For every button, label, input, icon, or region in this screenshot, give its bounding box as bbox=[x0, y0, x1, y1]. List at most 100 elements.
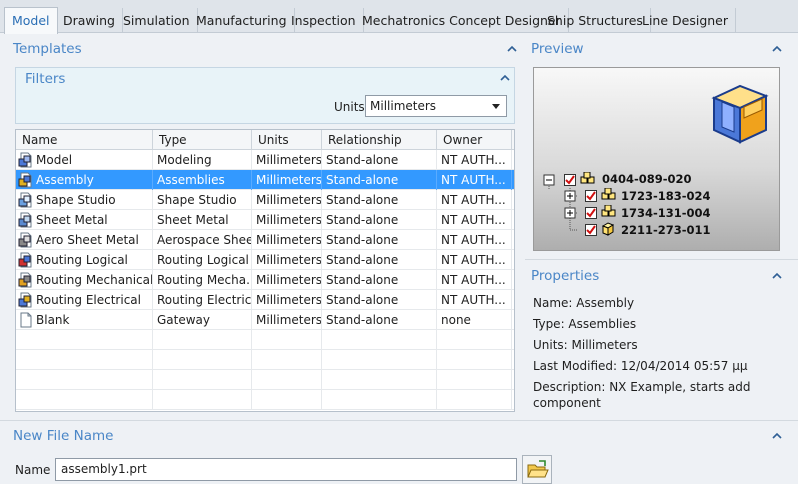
cell-units: Millimeters bbox=[252, 290, 322, 310]
cell-relationship bbox=[322, 330, 437, 350]
cell-type: Shape Studio bbox=[153, 190, 252, 210]
cell-units bbox=[252, 350, 322, 370]
property-type: Type: Assemblies bbox=[533, 317, 637, 331]
new-file-name-section-title: New File Name bbox=[13, 428, 114, 444]
cell-type: Routing Logical bbox=[153, 250, 252, 270]
cell-units bbox=[252, 390, 322, 410]
tree-node-label[interactable]: 1723-183-024 bbox=[621, 189, 711, 203]
cell-name: Shape Studio bbox=[16, 190, 153, 210]
column-header-type[interactable]: Type bbox=[153, 130, 252, 150]
file-name-label: Name bbox=[15, 463, 51, 477]
cell-name bbox=[16, 390, 153, 410]
empty-table-row bbox=[16, 390, 514, 410]
table-row[interactable]: Model Modeling Millimeters Stand-alone NT AU… bbox=[16, 150, 514, 170]
property-name: Name: Assembly bbox=[533, 296, 635, 310]
cell-owner: NT AUTH... bbox=[437, 270, 512, 290]
browse-folder-button[interactable] bbox=[522, 455, 552, 484]
cell-owner: NT AUTH... bbox=[437, 150, 512, 170]
cell-owner bbox=[437, 350, 512, 370]
sheet-metal-icon bbox=[18, 212, 32, 228]
cell-name: Assembly bbox=[16, 170, 153, 190]
tab-model[interactable]: Model bbox=[4, 7, 58, 34]
filters-title: Filters bbox=[25, 71, 66, 87]
file-name-input[interactable]: assembly1.prt bbox=[55, 458, 517, 481]
cell-units bbox=[252, 330, 322, 350]
assembly-icon bbox=[18, 172, 32, 188]
shape-studio-icon bbox=[18, 192, 32, 208]
routing-logical-icon bbox=[18, 252, 32, 268]
table-row[interactable]: Shape Studio Shape Studio Millimeters Stand… bbox=[16, 190, 514, 210]
table-row[interactable]: Sheet Metal Sheet Metal Millimeters Stand-a… bbox=[16, 210, 514, 230]
collapse-properties-chevron-icon[interactable] bbox=[772, 271, 782, 281]
cell-owner bbox=[437, 370, 512, 390]
check-icon bbox=[585, 190, 597, 202]
tab-line-designer[interactable]: Line Designer bbox=[635, 8, 737, 33]
properties-section-title: Properties bbox=[531, 268, 600, 284]
tab-inspection[interactable]: Inspection bbox=[284, 8, 364, 33]
table-row[interactable]: Aero Sheet MetalAerospace Shee...Millime… bbox=[16, 230, 514, 250]
collapse-preview-chevron-icon[interactable] bbox=[772, 44, 782, 54]
collapse-new-file-chevron-icon[interactable] bbox=[772, 431, 782, 441]
preview-properties-divider bbox=[525, 259, 798, 260]
column-header-name[interactable]: Name bbox=[16, 130, 153, 150]
table-row[interactable]: Blank Gateway Millimeters Stand-alone none bbox=[16, 310, 514, 330]
cell-relationship: Stand-alone bbox=[322, 150, 437, 170]
cell-type: Routing Electrical bbox=[153, 290, 252, 310]
tab-drawing[interactable]: Drawing bbox=[56, 8, 123, 33]
open-folder-icon bbox=[527, 460, 549, 478]
cell-owner: NT AUTH... bbox=[437, 290, 512, 310]
empty-table-row bbox=[16, 370, 514, 390]
cell-type bbox=[153, 370, 252, 390]
application-tab-bar: Model Drawing Simulation Manufacturing I… bbox=[0, 0, 798, 34]
tree-node-label[interactable]: 2211-273-011 bbox=[621, 223, 711, 237]
cell-name bbox=[16, 330, 153, 350]
cell-name: Aero Sheet Metal bbox=[16, 230, 153, 250]
cell-owner: none bbox=[437, 310, 512, 330]
cell-relationship: Stand-alone bbox=[322, 210, 437, 230]
table-row[interactable]: Routing Logical Routing Logical Millimeter… bbox=[16, 250, 514, 270]
routing-electrical-icon bbox=[18, 292, 32, 308]
cell-name: Model bbox=[16, 150, 153, 170]
cell-name: Routing Logical bbox=[16, 250, 153, 270]
table-header: Name Type Units Relationship Owner bbox=[16, 130, 514, 150]
column-header-units[interactable]: Units bbox=[252, 130, 322, 150]
cell-type bbox=[153, 330, 252, 350]
part-node-icon bbox=[601, 222, 615, 236]
preview-image: 0404-089-020 1723-183-024 1734-131-004 2… bbox=[533, 67, 780, 251]
aero-sheet-metal-icon bbox=[18, 232, 32, 248]
column-header-relationship[interactable]: Relationship bbox=[322, 130, 437, 150]
units-dropdown[interactable]: Millimeters bbox=[365, 95, 507, 117]
check-icon bbox=[564, 174, 576, 186]
units-selected-value: Millimeters bbox=[370, 99, 437, 113]
cell-name bbox=[16, 350, 153, 370]
table-row[interactable]: Assembly Assemblies Millimeters Stand-alone… bbox=[16, 170, 514, 190]
cell-type: Aerospace Shee... bbox=[153, 230, 252, 250]
cell-owner bbox=[437, 390, 512, 410]
assembly-node-icon bbox=[580, 172, 595, 184]
property-last-modified: Last Modified: 12/04/2014 05:57 μμ bbox=[533, 359, 748, 373]
cell-relationship bbox=[322, 350, 437, 370]
cell-owner: NT AUTH... bbox=[437, 190, 512, 210]
cell-relationship: Stand-alone bbox=[322, 170, 437, 190]
column-header-owner[interactable]: Owner bbox=[437, 130, 512, 150]
collapse-templates-chevron-icon[interactable] bbox=[507, 44, 517, 54]
table-row[interactable]: Routing Electrical Routing Electrical Mill… bbox=[16, 290, 514, 310]
collapse-filters-chevron-icon[interactable] bbox=[500, 73, 510, 83]
tab-mechatronics-concept-designer[interactable]: Mechatronics Concept Designer bbox=[355, 8, 569, 33]
tab-manufacturing[interactable]: Manufacturing bbox=[189, 8, 295, 33]
tab-simulation[interactable]: Simulation bbox=[116, 8, 198, 33]
table-row[interactable]: Routing Mechanical Routing Mecha... Millim… bbox=[16, 270, 514, 290]
cell-units: Millimeters bbox=[252, 190, 322, 210]
cell-owner: NT AUTH... bbox=[437, 170, 512, 190]
cell-type: Modeling bbox=[153, 150, 252, 170]
tree-node-label[interactable]: 0404-089-020 bbox=[602, 172, 692, 186]
tree-node-label[interactable]: 1734-131-004 bbox=[621, 206, 711, 220]
model-icon bbox=[18, 152, 32, 168]
cell-type: Sheet Metal bbox=[153, 210, 252, 230]
templates-section-title: Templates bbox=[13, 41, 82, 57]
routing-mechanical-icon bbox=[18, 272, 32, 288]
filters-panel: Filters Units Millimeters bbox=[15, 67, 515, 124]
assembly-node-icon bbox=[601, 205, 616, 217]
cell-relationship bbox=[322, 370, 437, 390]
property-description-continued: component bbox=[533, 396, 601, 410]
